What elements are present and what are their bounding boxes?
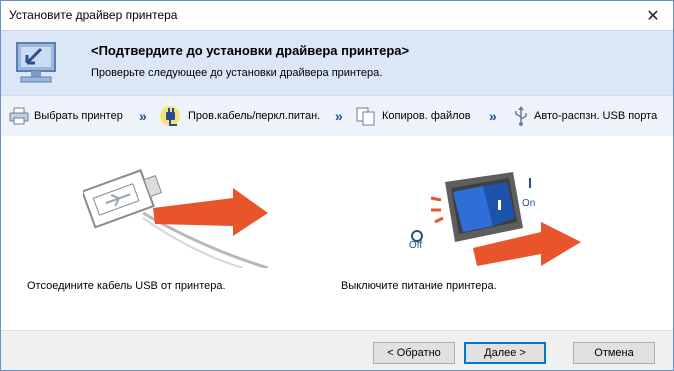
window-title: Установите драйвер принтера	[9, 8, 178, 22]
header-subtitle: Проверьте следующее до установки драйвер…	[91, 67, 383, 79]
step-copy-files: Копиров. файлов	[355, 96, 471, 136]
usb-cable-illustration	[83, 169, 269, 268]
step-usb-autodetect: Авто-распзн. USB порта	[513, 96, 657, 136]
step-label: Пров.кабель/перкл.питан.	[188, 110, 321, 122]
printer-icon	[9, 107, 29, 125]
step-separator: »	[335, 108, 343, 124]
button-bar: < Обратно Далее > Отмена	[1, 330, 673, 370]
step-label: Копиров. файлов	[382, 110, 471, 122]
usb-icon	[513, 105, 529, 127]
step-separator: »	[139, 108, 147, 124]
close-icon[interactable]: ✕	[633, 1, 673, 30]
step-select-printer: Выбрать принтер	[9, 96, 123, 136]
next-button[interactable]: Далее >	[464, 342, 546, 364]
content-area: On Off Отсоедините кабель USB от принтер…	[1, 136, 673, 330]
header-title: <Подтвердите до установки драйвера принт…	[91, 43, 410, 58]
power-instruction: Выключите питание принтера.	[341, 280, 497, 292]
monitor-install-icon	[11, 39, 61, 90]
installer-window: Установите драйвер принтера ✕ <Подтверди…	[0, 0, 674, 371]
title-bar: Установите драйвер принтера ✕	[1, 1, 673, 30]
step-label: Выбрать принтер	[34, 110, 123, 122]
switch-off-label: Off	[409, 240, 423, 251]
back-button[interactable]: < Обратно	[373, 342, 455, 364]
power-switch-illustration	[411, 172, 581, 266]
switch-on-label: On	[522, 198, 536, 209]
copy-files-icon	[355, 106, 377, 126]
step-separator: »	[489, 108, 497, 124]
plug-icon	[159, 105, 183, 127]
header-banner: <Подтвердите до установки драйвера принт…	[1, 30, 673, 95]
cancel-button[interactable]: Отмена	[573, 342, 655, 364]
step-bar: Выбрать принтер » Пров.кабель/перкл.пита…	[1, 95, 673, 137]
usb-instruction: Отсоедините кабель USB от принтера.	[27, 280, 226, 292]
step-check-cable-power: Пров.кабель/перкл.питан.	[159, 96, 320, 136]
step-label: Авто-распзн. USB порта	[534, 110, 658, 122]
